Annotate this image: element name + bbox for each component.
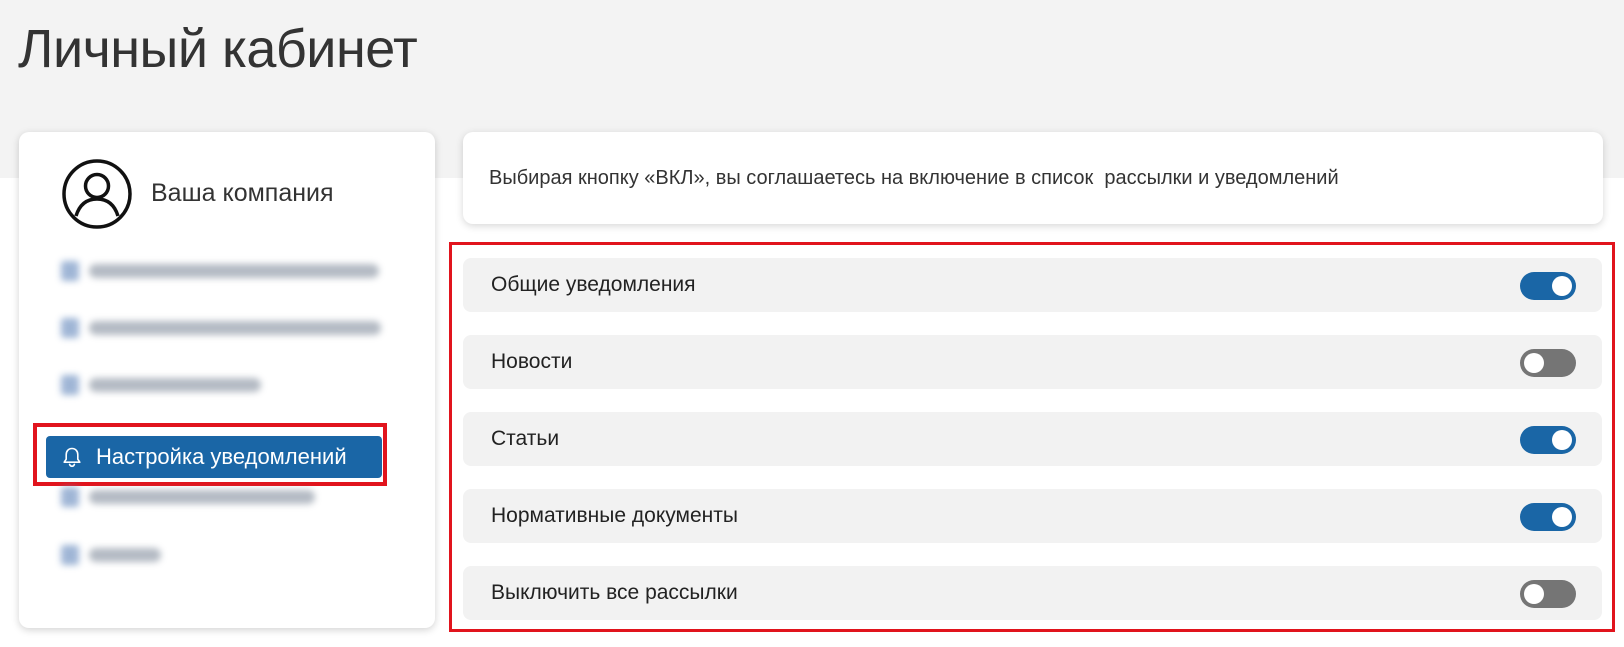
sidebar-item-organization[interactable] (61, 315, 381, 341)
company-name: Ваша компания (151, 179, 334, 207)
sidebar-item-logout[interactable] (61, 542, 161, 568)
toggle-regulatory-docs[interactable] (1520, 503, 1576, 531)
toggle-knob (1552, 276, 1572, 296)
blurred-label (89, 264, 379, 278)
setting-label: Выключить все рассылки (491, 581, 738, 604)
info-card: Выбирая кнопку «ВКЛ», вы соглашаетесь на… (463, 132, 1603, 224)
blurred-label (89, 321, 381, 335)
sidebar-item-label: Настройка уведомлений (96, 444, 347, 469)
user-circle-icon (62, 159, 132, 229)
setting-row-regulatory-docs: Нормативные документы (463, 489, 1602, 543)
sidebar-item-history[interactable] (61, 372, 261, 398)
toggle-general-notifications[interactable] (1520, 272, 1576, 300)
sidebar-item-favorites[interactable] (61, 258, 379, 284)
toggle-articles[interactable] (1520, 426, 1576, 454)
building-icon (61, 318, 79, 338)
setting-row-disable-all: Выключить все рассылки (463, 566, 1602, 620)
home-icon (61, 375, 79, 395)
setting-label: Нормативные документы (491, 504, 738, 527)
toggle-disable-all[interactable] (1520, 580, 1576, 608)
bell-icon (63, 447, 81, 468)
toggle-knob (1524, 584, 1544, 604)
grid-icon (61, 487, 79, 507)
sidebar: Ваша компания Настройка уведомлений (19, 132, 435, 628)
setting-label: Новости (491, 350, 573, 373)
toggle-knob (1552, 507, 1572, 527)
blurred-label (89, 378, 261, 392)
sidebar-item-blog[interactable] (61, 484, 315, 510)
setting-row-news: Новости (463, 335, 1602, 389)
consent-info-text: Выбирая кнопку «ВКЛ», вы соглашаетесь на… (489, 167, 1339, 189)
setting-row-articles: Статьи (463, 412, 1602, 466)
blurred-label (89, 490, 315, 504)
page-title: Личный кабинет (18, 19, 418, 79)
sidebar-item-notification-settings[interactable]: Настройка уведомлений (46, 436, 382, 478)
setting-label: Статьи (491, 427, 560, 450)
blurred-label (89, 548, 161, 562)
exit-icon (61, 545, 79, 565)
toggle-knob (1524, 353, 1544, 373)
toggle-knob (1552, 430, 1572, 450)
toggle-news[interactable] (1520, 349, 1576, 377)
setting-row-general: Общие уведомления (463, 258, 1602, 312)
star-icon (61, 261, 79, 281)
setting-label: Общие уведомления (491, 273, 696, 296)
